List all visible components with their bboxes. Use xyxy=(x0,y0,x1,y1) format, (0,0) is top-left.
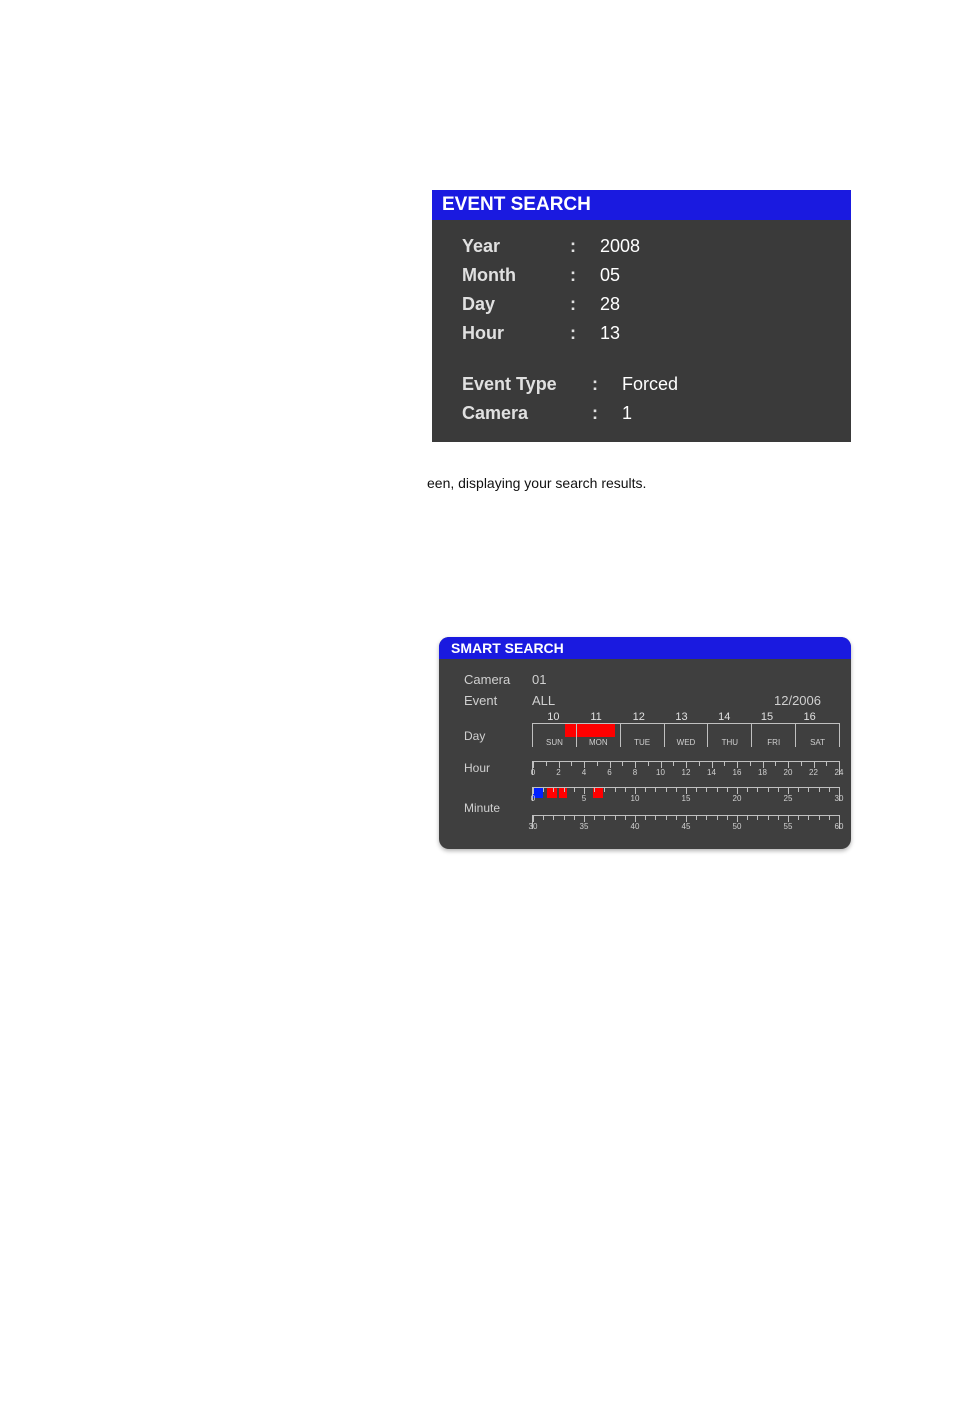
caption-text: een, displaying your search results. xyxy=(427,475,646,491)
event-type-row[interactable]: Event Type : Forced xyxy=(462,370,821,399)
day-name: SAT xyxy=(810,738,825,747)
smart-search-panel: SMART SEARCH Camera 01 Event ALL 12/2006… xyxy=(439,637,851,849)
event-search-body: Year : 2008 Month : 05 Day : 28 Hour : 1… xyxy=(432,220,851,442)
month-label: Month xyxy=(462,265,570,286)
hour-tick-label: 12 xyxy=(682,768,691,777)
ss-event-value: ALL xyxy=(532,693,582,708)
colon: : xyxy=(592,374,622,395)
minute-tick-label: 40 xyxy=(631,822,640,831)
ss-camera-value: 01 xyxy=(532,672,582,687)
minute-tick-label: 30 xyxy=(529,822,538,831)
hour-tick-label: 20 xyxy=(784,768,793,777)
hour-row[interactable]: Hour : 13 xyxy=(462,319,821,348)
event-type-value: Forced xyxy=(622,374,678,395)
ss-camera-row[interactable]: Camera 01 xyxy=(464,669,831,690)
minute-tick-label: 5 xyxy=(582,794,586,803)
hour-tick-label: 14 xyxy=(707,768,716,777)
ss-camera-label: Camera xyxy=(464,672,532,687)
ss-event-row[interactable]: Event ALL 12/2006 xyxy=(464,690,831,711)
minute-tick-label: 10 xyxy=(631,794,640,803)
colon: : xyxy=(570,294,600,315)
day-name: SUN xyxy=(546,738,563,747)
minute-bar-1[interactable]: 051015202530 xyxy=(532,787,840,801)
hour-tick-label: 24 xyxy=(835,768,844,777)
day-label: Day xyxy=(462,294,570,315)
hour-tick-label: 2 xyxy=(556,768,560,777)
ss-event-label: Event xyxy=(464,693,532,708)
hour-tick-label: 10 xyxy=(656,768,665,777)
colon: : xyxy=(570,236,600,257)
camera-value: 1 xyxy=(622,403,632,424)
smart-search-title: SMART SEARCH xyxy=(439,637,851,659)
day-num: 14 xyxy=(703,711,746,723)
minute-tick-label: 60 xyxy=(835,822,844,831)
hour-label: Hour xyxy=(462,323,570,344)
event-search-panel: EVENT SEARCH Year : 2008 Month : 05 Day … xyxy=(432,190,851,442)
day-num: 16 xyxy=(788,711,831,723)
year-value: 2008 xyxy=(600,236,640,257)
hour-tick-label: 6 xyxy=(607,768,611,777)
hour-value: 13 xyxy=(600,323,620,344)
day-num: 12 xyxy=(617,711,660,723)
month-value: 05 xyxy=(600,265,620,286)
camera-label: Camera xyxy=(462,403,592,424)
year-label: Year xyxy=(462,236,570,257)
day-num: 15 xyxy=(746,711,789,723)
day-row[interactable]: Day : 28 xyxy=(462,290,821,319)
minute-tick-label: 25 xyxy=(784,794,793,803)
colon: : xyxy=(570,265,600,286)
minute-tick-label: 35 xyxy=(580,822,589,831)
minute-tick-label: 45 xyxy=(682,822,691,831)
day-name: MON xyxy=(589,738,608,747)
camera-row[interactable]: Camera : 1 xyxy=(462,399,821,428)
minute-marker-red xyxy=(547,788,557,798)
colon: : xyxy=(570,323,600,344)
hour-tick-label: 0 xyxy=(531,768,535,777)
ss-date: 12/2006 xyxy=(774,693,821,708)
minute-bar-2[interactable]: 30354045505560 xyxy=(532,815,840,829)
day-name: FRI xyxy=(767,738,780,747)
smart-search-body: Camera 01 Event ALL 12/2006 10 11 12 13 … xyxy=(439,659,851,831)
year-row[interactable]: Year : 2008 xyxy=(462,232,821,261)
month-row[interactable]: Month : 05 xyxy=(462,261,821,290)
hour-bar[interactable]: 024681012141618202224 xyxy=(532,761,840,775)
day-num: 10 xyxy=(532,711,575,723)
minute-row-label: Minute xyxy=(464,801,500,815)
event-search-title: EVENT SEARCH xyxy=(432,190,851,220)
minute-tick-label: 0 xyxy=(531,794,535,803)
day-value: 28 xyxy=(600,294,620,315)
minute-tick-label: 50 xyxy=(733,822,742,831)
hour-tick-label: 18 xyxy=(758,768,767,777)
day-bar[interactable]: SUN MON TUE WED THU FRI SAT xyxy=(532,723,840,747)
day-row-label: Day xyxy=(464,729,485,743)
day-name: WED xyxy=(677,738,696,747)
minute-tick-label: 20 xyxy=(733,794,742,803)
day-num: 11 xyxy=(575,711,618,723)
minute-tick-label: 30 xyxy=(835,794,844,803)
day-name: THU xyxy=(722,738,738,747)
day-name: TUE xyxy=(634,738,650,747)
hour-tick-label: 22 xyxy=(809,768,818,777)
day-num: 13 xyxy=(660,711,703,723)
colon: : xyxy=(592,403,622,424)
minute-tick-label: 55 xyxy=(784,822,793,831)
event-type-label: Event Type xyxy=(462,374,592,395)
hour-tick-label: 8 xyxy=(633,768,637,777)
hour-tick-label: 4 xyxy=(582,768,586,777)
day-numbers: 10 11 12 13 14 15 16 xyxy=(532,711,831,723)
hour-tick-label: 16 xyxy=(733,768,742,777)
minute-tick-label: 15 xyxy=(682,794,691,803)
hour-row-label: Hour xyxy=(464,761,490,775)
